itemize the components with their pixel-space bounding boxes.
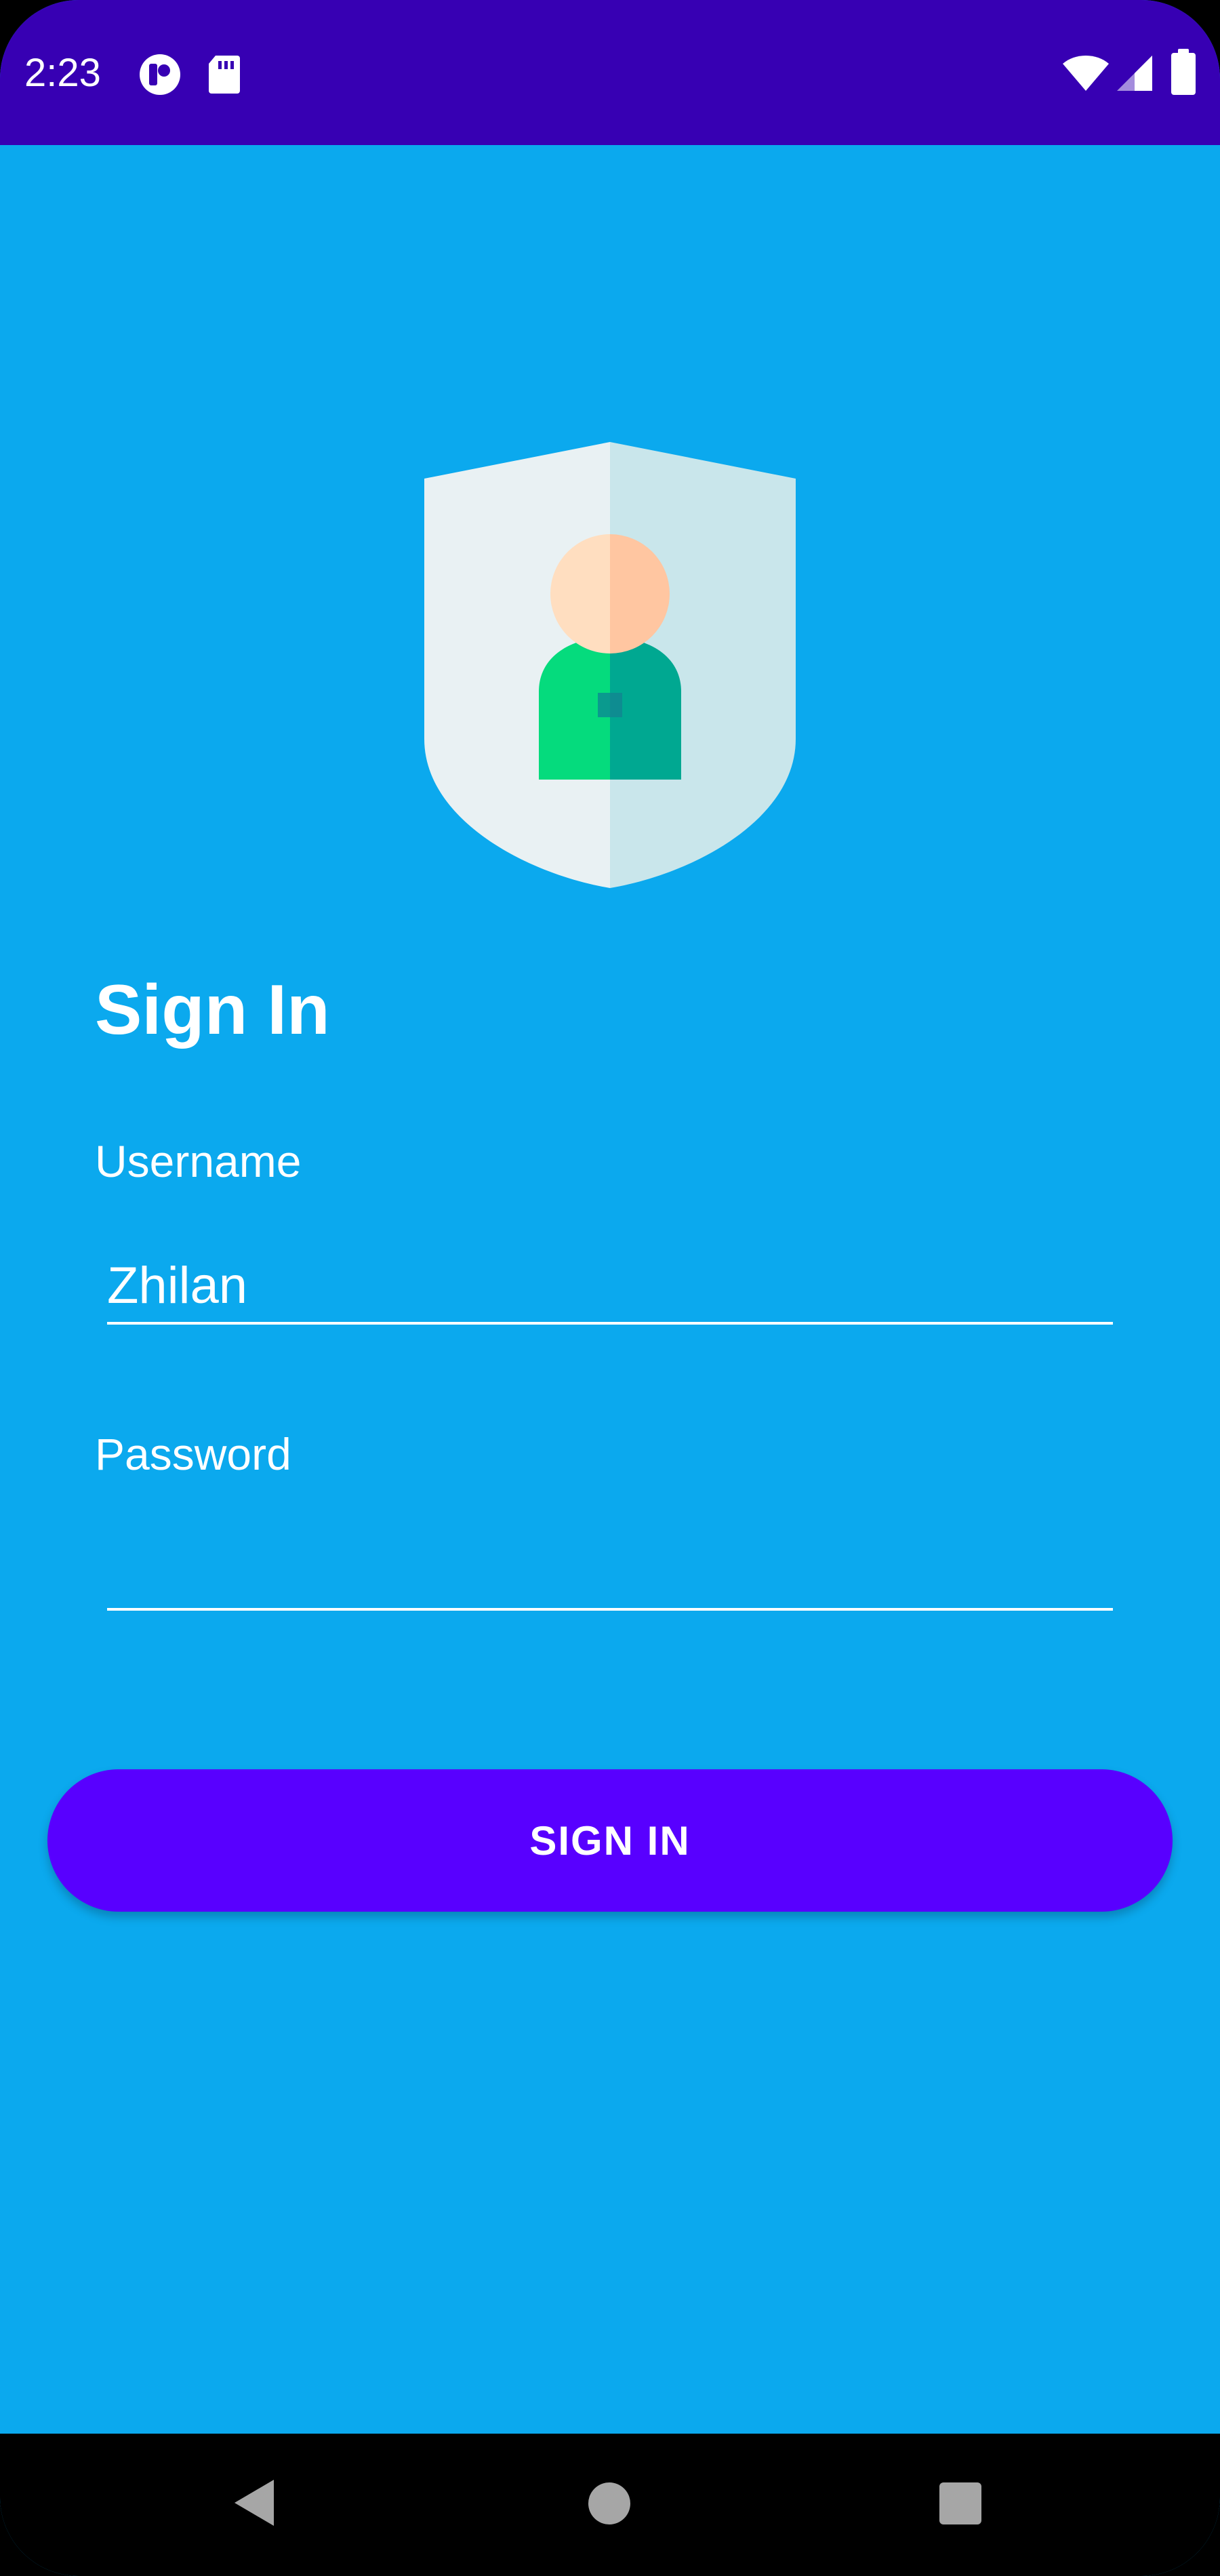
sd-card-icon xyxy=(209,56,240,94)
notification-app-icon xyxy=(140,54,180,95)
page-title: Sign In xyxy=(95,971,330,1049)
password-label: Password xyxy=(95,1429,291,1479)
sign-in-button-label: SIGN IN xyxy=(529,1817,691,1864)
status-bar: 2:23 xyxy=(0,0,1220,145)
back-icon[interactable] xyxy=(230,2476,278,2530)
cellular-signal-icon xyxy=(1117,56,1152,91)
home-icon[interactable] xyxy=(587,2481,632,2526)
status-time: 2:23 xyxy=(24,51,101,95)
navigation-bar xyxy=(0,2434,1220,2576)
app-screen: 2:23 Sign In Username Zhilan Password SI… xyxy=(0,0,1220,2576)
username-value: Zhilan xyxy=(107,1257,247,1314)
wifi-icon xyxy=(1063,56,1109,91)
recents-icon[interactable] xyxy=(938,2481,983,2526)
password-field[interactable] xyxy=(107,1536,1113,1611)
user-shield-icon xyxy=(424,442,796,888)
sign-in-button[interactable]: SIGN IN xyxy=(47,1769,1173,1912)
username-label: Username xyxy=(95,1136,302,1186)
battery-icon xyxy=(1171,49,1196,95)
username-field[interactable]: Zhilan xyxy=(107,1250,1113,1325)
